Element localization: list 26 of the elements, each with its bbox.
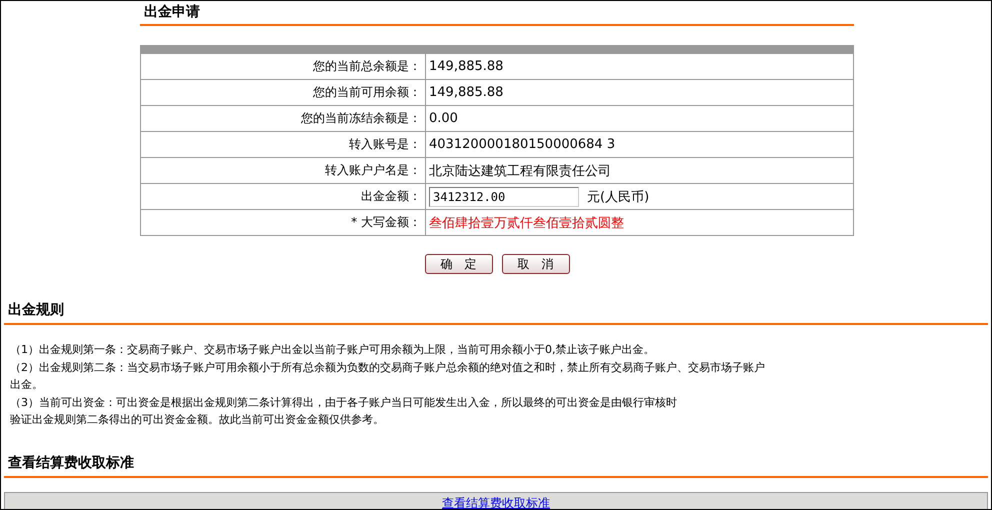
field-label: * 大写金额： [141,210,426,235]
field-value: 0.00 [429,111,458,126]
section-title: 查看结算费收取标准 [4,448,988,478]
field-value: 北京陆达建筑工程有限责任公司 [429,162,611,180]
amount-in-words: 叁佰肆拾壹万贰仟叁佰壹拾贰圆整 [429,214,624,232]
rule-text: （3）当前可出资金：可出资金是根据出金规则第二条计算得出，由于各子账户当日可能发生出入金，所以最终的可出资金是由银行审核时 [10,394,678,410]
rule-text: 验证出金规则第二条得出的可出资金金额。故此当前可出资金金额仅供参考。 [10,412,385,428]
rule-text: 出金。 [10,377,44,393]
section-title: 出金申请 [140,1,854,26]
field-label: 出金金额： [141,184,426,209]
field-value: 149,885.88 [429,85,504,100]
field-label: 您的当前可用余额： [141,80,426,105]
rule-text: （2）出金规则第二条：当交易市场子账户可用余额小于所有总余额为负数的交易商子账户总余额的绝对值之和时，禁止所有交易商子账户、交易市场子账户 [10,360,766,376]
cancel-button[interactable]: 取 消 [502,254,570,274]
confirm-button[interactable]: 确 定 [424,254,492,274]
field-label: 您的当前冻结余额是： [141,106,426,131]
field-label: 您的当前总余额是： [141,54,426,79]
field-value: 403120000180150000684 3 [429,137,616,152]
field-value: 149,885.88 [429,59,504,74]
section-title: 出金规则 [4,296,988,325]
unit-label: 元(人民币) [587,188,650,206]
rule-text: （1）出金规则第一条：交易商子账户、交易市场子账户出金以当前子账户可用余额为上限，当前可用余额小于0,禁止该子账户出金。 [10,342,656,358]
field-label: 转入账号是： [141,132,426,157]
amount-field[interactable]: 3412312.00 [429,186,579,206]
fee-standard-link[interactable]: 查看结算费收取标准 [442,494,550,509]
field-label: 转入账户户名是： [141,158,426,183]
